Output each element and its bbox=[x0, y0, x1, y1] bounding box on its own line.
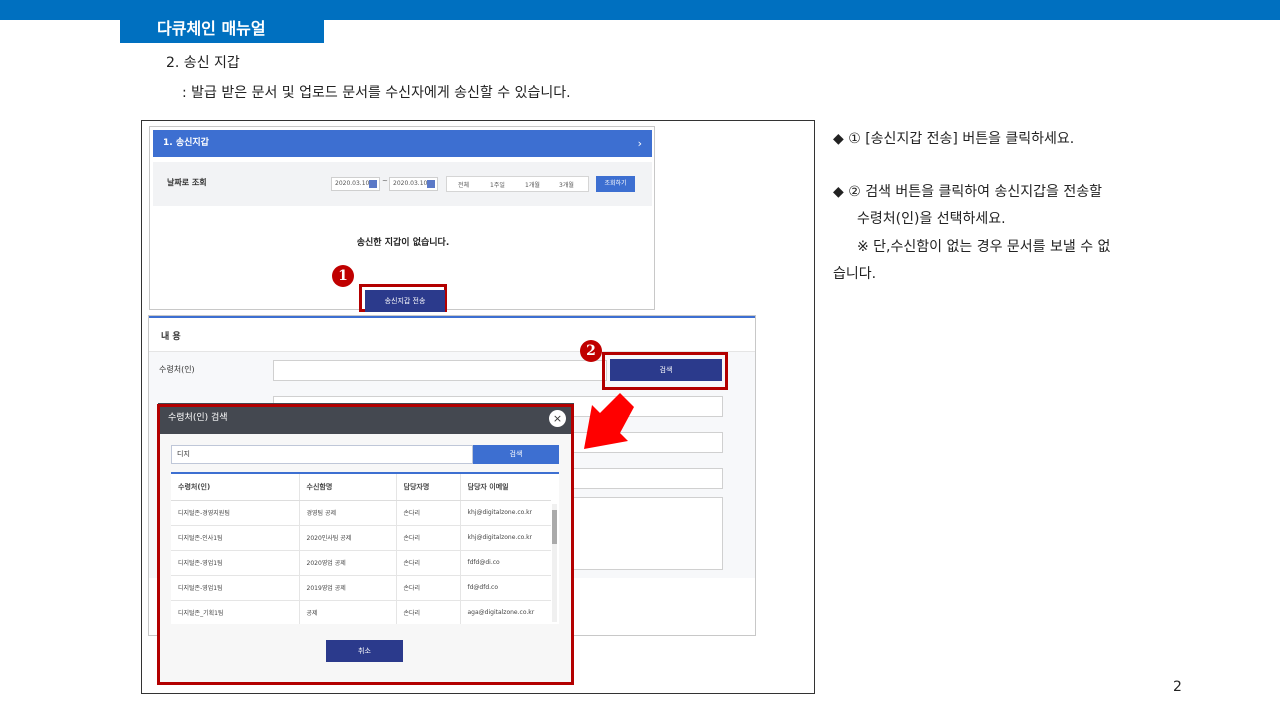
content-header: 내 용 bbox=[149, 316, 755, 352]
chevron-right-icon[interactable]: › bbox=[638, 130, 642, 157]
period-option-1month[interactable]: 1개월 bbox=[525, 180, 540, 189]
page-number: 2 bbox=[1173, 679, 1182, 695]
instruction-step2-line1: ◆ ② 검색 버튼을 클릭하여 송신지갑을 전송할 bbox=[833, 184, 1102, 200]
step-two-badge: 2 bbox=[580, 340, 602, 362]
instruction-step1: ◆ ① [송신지갑 전송] 버튼을 클릭하세요. bbox=[833, 131, 1075, 147]
date-filter-label: 날짜로 조회 bbox=[167, 178, 207, 187]
date-to-value: 2020.03.10 bbox=[393, 180, 428, 187]
date-to-input[interactable]: 2020.03.10 bbox=[389, 177, 438, 191]
content-title: 내 용 bbox=[161, 332, 181, 342]
instruction-step2-line2: 수령처(인)을 선택하세요. bbox=[857, 211, 1006, 227]
date-from-value: 2020.03.10 bbox=[335, 180, 370, 187]
date-from-input[interactable]: 2020.03.10 bbox=[331, 177, 380, 191]
date-filter-bar: 날짜로 조회 2020.03.10 ~ 2020.03.10 전체 1주일 1개… bbox=[153, 162, 652, 206]
screenshot-frame: 1. 송신지갑 › 날짜로 조회 2020.03.10 ~ 2020.03.10… bbox=[141, 120, 815, 694]
period-selector: 전체 1주일 1개월 3개월 bbox=[446, 176, 589, 192]
period-option-1week[interactable]: 1주일 bbox=[490, 180, 505, 189]
modal-highlight bbox=[157, 404, 574, 685]
empty-wallet-message: 송신한 지갑이 없습니다. bbox=[356, 238, 450, 248]
calendar-icon[interactable] bbox=[427, 180, 435, 188]
step-one-badge: 1 bbox=[332, 265, 354, 287]
section-heading: 2. 송신 지갑 bbox=[166, 55, 240, 71]
send-wallet-header: 1. 송신지갑 › bbox=[153, 130, 652, 157]
manual-title-tab: 다큐체인 매뉴얼 bbox=[120, 14, 324, 43]
period-option-all[interactable]: 전체 bbox=[458, 180, 469, 189]
recipient-field[interactable] bbox=[273, 360, 607, 381]
instruction-note-line1: ※ 단,수신함이 없는 경우 문서를 보낼 수 없 bbox=[857, 239, 1111, 255]
instruction-note-line2: 습니다. bbox=[833, 266, 877, 282]
pointer-arrow-icon bbox=[584, 393, 634, 449]
recipient-label: 수령처(인) bbox=[159, 365, 195, 374]
send-wallet-title: 1. 송신지갑 bbox=[163, 138, 209, 148]
send-wallet-button[interactable]: 송신지갑 전송 bbox=[365, 290, 445, 312]
calendar-icon[interactable] bbox=[369, 180, 377, 188]
send-wallet-panel: 1. 송신지갑 › 날짜로 조회 2020.03.10 ~ 2020.03.10… bbox=[149, 126, 655, 312]
query-button[interactable]: 조회하기 bbox=[596, 176, 635, 192]
period-option-3months[interactable]: 3개월 bbox=[559, 180, 574, 189]
date-range-separator: ~ bbox=[382, 177, 388, 185]
recipient-search-button[interactable]: 검색 bbox=[610, 359, 722, 381]
section-description: : 발급 받은 문서 및 업로드 문서를 수신자에게 송신할 수 있습니다. bbox=[182, 85, 571, 101]
